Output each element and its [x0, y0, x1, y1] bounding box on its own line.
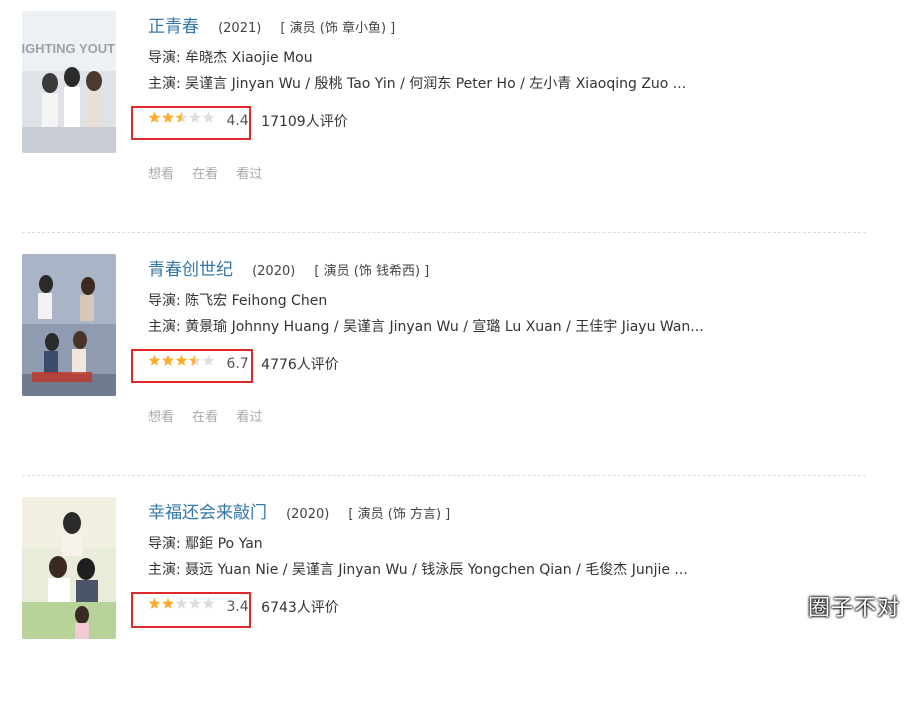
movie-poster[interactable]: FIGHTING YOUTH — [22, 11, 116, 153]
item-divider — [22, 475, 866, 476]
director-line: 导演: 陈飞宏 Feihong Chen — [148, 293, 328, 309]
action-links: 想看 在看 看过 — [148, 406, 276, 425]
movie-item: 青春创世纪 (2020) [ 演员 (饰 钱希西) ] 导演: 陈飞宏 Feih… — [0, 243, 914, 473]
action-links: 想看 在看 看过 — [148, 163, 276, 182]
title-row: 幸福还会来敲门 (2020) [ 演员 (饰 方言) ] — [148, 498, 451, 523]
highlight-box — [131, 592, 251, 628]
movie-role: [ 演员 (饰 方言) ] — [348, 507, 451, 522]
movie-year: (2020) — [252, 264, 296, 279]
want-to-watch-link[interactable]: 想看 — [148, 167, 174, 182]
movie-item: 幸福还会来敲门 (2020) [ 演员 (饰 方言) ] 导演: 鄢鉅 Po Y… — [0, 486, 914, 716]
movie-poster[interactable] — [22, 497, 116, 639]
watching-link[interactable]: 在看 — [192, 410, 218, 425]
movie-title-link[interactable]: 幸福还会来敲门 — [148, 503, 267, 523]
rating-count: 4776人评价 — [261, 357, 339, 373]
watching-link[interactable]: 在看 — [192, 167, 218, 182]
item-divider — [22, 232, 866, 233]
want-to-watch-link[interactable]: 想看 — [148, 410, 174, 425]
cast-line: 主演: 吴谨言 Jinyan Wu / 殷桃 Tao Yin / 何润东 Pet… — [148, 76, 687, 92]
director-line: 导演: 牟晓杰 Xiaojie Mou — [148, 50, 313, 66]
movie-year: (2021) — [218, 21, 262, 36]
movie-role: [ 演员 (饰 章小鱼) ] — [280, 21, 396, 36]
title-row: 正青春 (2021) [ 演员 (饰 章小鱼) ] — [148, 12, 396, 37]
movie-item: FIGHTING YOUTH 正青春 (2021) [ 演员 (饰 章小鱼) ]… — [0, 0, 914, 230]
movie-title-link[interactable]: 正青春 — [148, 17, 199, 37]
poster-title-text: FIGHTING YOUTH — [22, 41, 116, 56]
movie-title-link[interactable]: 青春创世纪 — [148, 260, 233, 280]
watermark-text: 圈子不对 — [807, 596, 900, 621]
movie-role: [ 演员 (饰 钱希西) ] — [314, 264, 430, 279]
director-line: 导演: 鄢鉅 Po Yan — [148, 536, 263, 552]
rating-count: 6743人评价 — [261, 600, 339, 616]
cast-line: 主演: 聂远 Yuan Nie / 吴谨言 Jinyan Wu / 钱泳辰 Yo… — [148, 562, 688, 578]
highlight-box — [131, 106, 251, 140]
watched-link[interactable]: 看过 — [236, 167, 262, 182]
movie-year: (2020) — [286, 507, 330, 522]
rating-count: 17109人评价 — [261, 114, 348, 130]
title-row: 青春创世纪 (2020) [ 演员 (饰 钱希西) ] — [148, 255, 430, 280]
cast-line: 主演: 黄景瑜 Johnny Huang / 吴谨言 Jinyan Wu / 宣… — [148, 319, 704, 335]
watched-link[interactable]: 看过 — [236, 410, 262, 425]
highlight-box — [131, 349, 253, 383]
movie-poster[interactable] — [22, 254, 116, 396]
